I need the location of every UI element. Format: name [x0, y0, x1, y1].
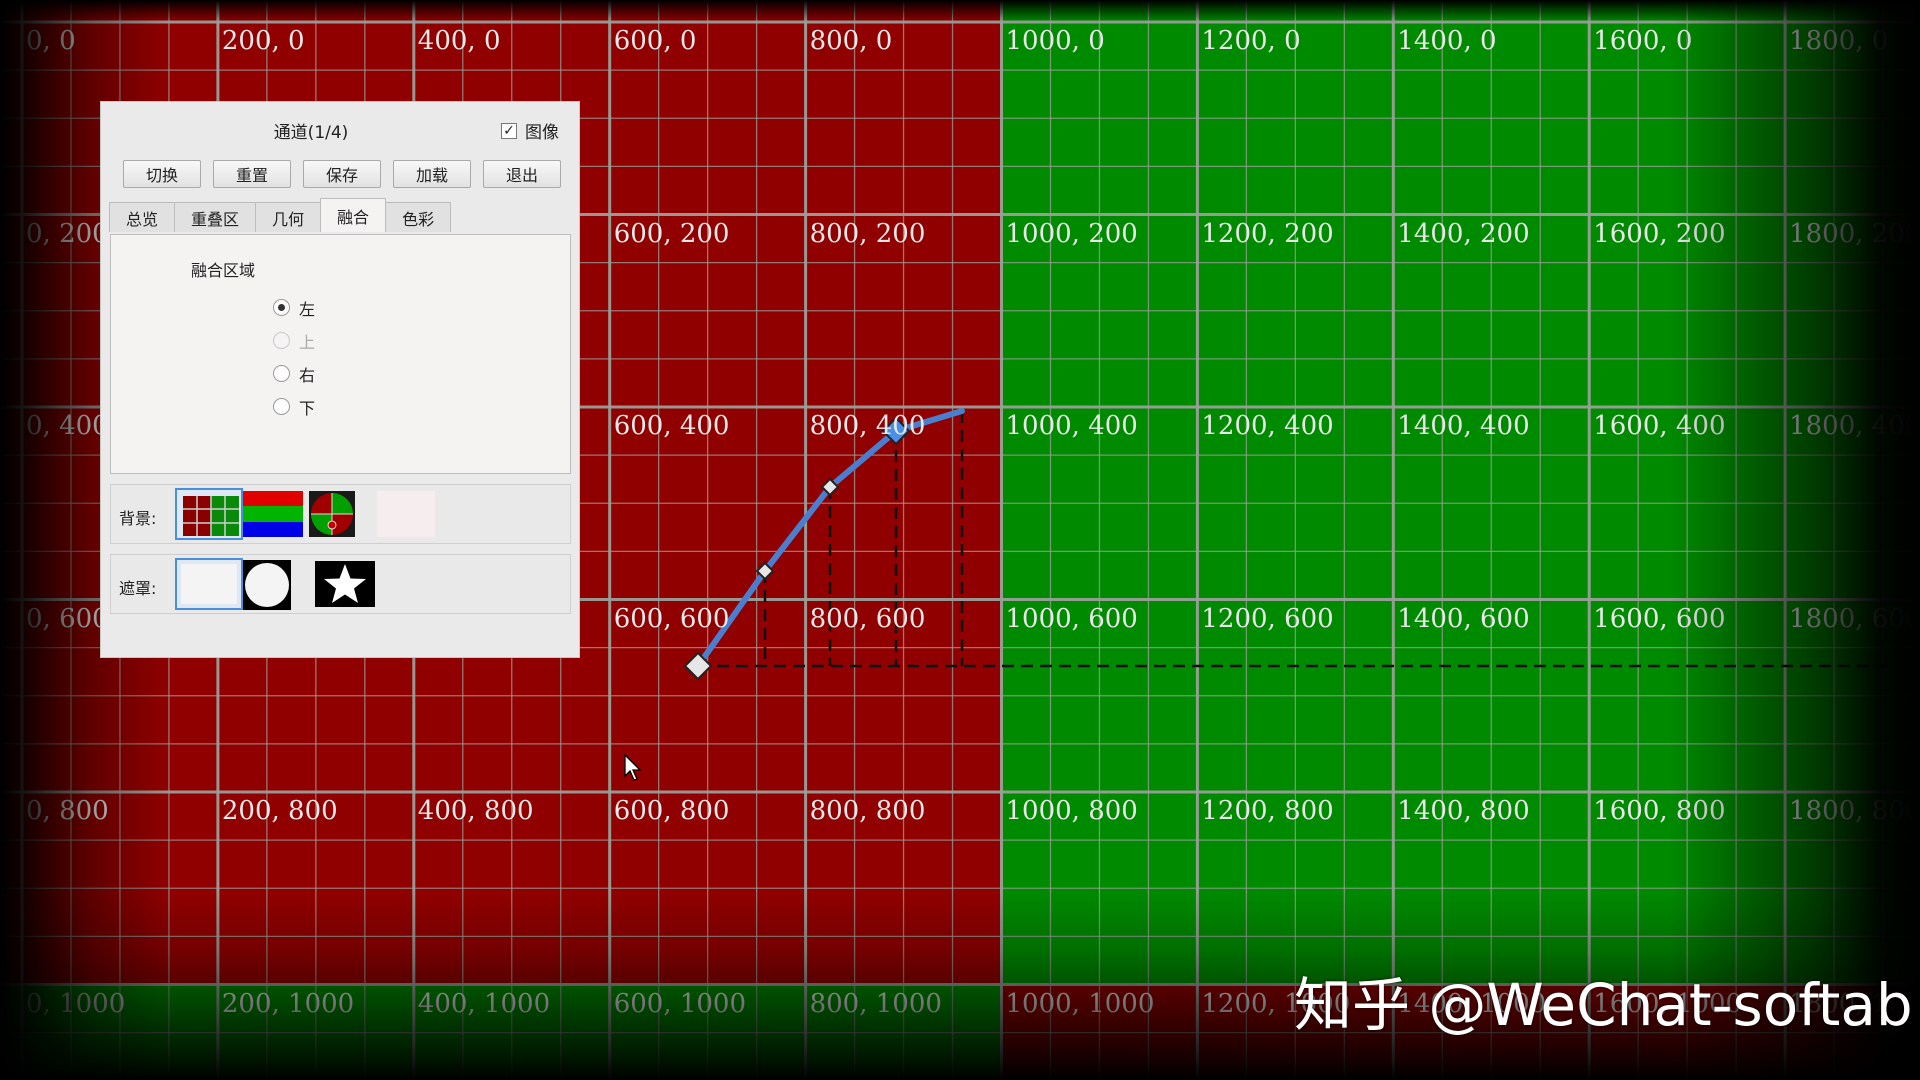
tab-color[interactable]: 色彩	[385, 202, 452, 232]
radio-right-button[interactable]	[273, 365, 290, 382]
test-pattern-icon	[309, 491, 355, 537]
blend-panel: 融合区域 左 上 右 下	[110, 234, 571, 474]
radio-right[interactable]: 右	[273, 357, 315, 390]
image-label: 图像	[525, 123, 559, 143]
tab-overlap[interactable]: 重叠区	[174, 202, 257, 232]
grid-pattern-icon	[183, 496, 239, 536]
bg-grid-swatch[interactable]	[175, 488, 243, 540]
green-region	[1001, 0, 1920, 985]
background-label: 背景:	[119, 509, 157, 528]
tab-bar: 总览 重叠区 几何 融合 色彩	[109, 198, 452, 232]
radio-right-label: 右	[299, 365, 316, 385]
circle-mask-icon	[243, 560, 291, 610]
radio-bottom[interactable]: 下	[273, 390, 315, 423]
radio-bottom-label: 下	[299, 398, 316, 418]
mask-star-swatch[interactable]	[315, 558, 383, 610]
radio-left-label: 左	[299, 299, 316, 319]
radio-top: 上	[273, 324, 315, 357]
star-mask-icon	[315, 561, 375, 607]
radio-bottom-button[interactable]	[273, 398, 290, 415]
channel-dialog: 通道(1/4) ✓ 图像 切换 重置 保存 加载 退出 总览 重叠区 几何 融合…	[100, 101, 580, 658]
radio-left[interactable]: 左	[273, 291, 315, 324]
tab-overview[interactable]: 总览	[109, 202, 176, 232]
bg-blank-swatch[interactable]	[369, 488, 437, 540]
radio-left-button[interactable]	[273, 299, 290, 316]
blank-icon	[377, 491, 435, 537]
mask-circle-swatch[interactable]	[243, 558, 317, 610]
exit-button[interactable]: 退出	[483, 160, 561, 188]
mask-label: 遮罩:	[119, 579, 157, 598]
mask-picker: 遮罩:	[110, 554, 571, 614]
radio-top-button	[273, 332, 290, 349]
bg-colorbars-swatch[interactable]	[243, 488, 311, 540]
dialog-title: 通道(1/4)	[273, 123, 349, 143]
load-button[interactable]: 加载	[393, 160, 471, 188]
mask-blank-swatch[interactable]	[175, 558, 243, 610]
mouse-cursor-icon	[624, 753, 644, 788]
radio-top-label: 上	[299, 332, 316, 352]
bg-testpattern-swatch[interactable]	[309, 488, 377, 540]
blend-region-label: 融合区域	[191, 261, 256, 280]
switch-button[interactable]: 切换	[123, 160, 201, 188]
tab-blend[interactable]: 融合	[320, 198, 387, 232]
watermark: 知乎 @WeChat-softab	[1294, 971, 1913, 1039]
blend-region-radios: 左 上 右 下	[273, 291, 315, 423]
reset-button[interactable]: 重置	[213, 160, 291, 188]
save-button[interactable]: 保存	[303, 160, 381, 188]
blank-mask-icon	[181, 564, 237, 604]
background-picker: 背景:	[110, 484, 571, 544]
action-buttons: 切换 重置 保存 加载 退出	[123, 160, 561, 188]
image-toggle[interactable]: ✓ 图像	[501, 118, 559, 143]
color-bars-icon	[243, 491, 303, 537]
tab-geometry[interactable]: 几何	[255, 202, 322, 232]
image-checkbox[interactable]: ✓	[501, 122, 517, 139]
